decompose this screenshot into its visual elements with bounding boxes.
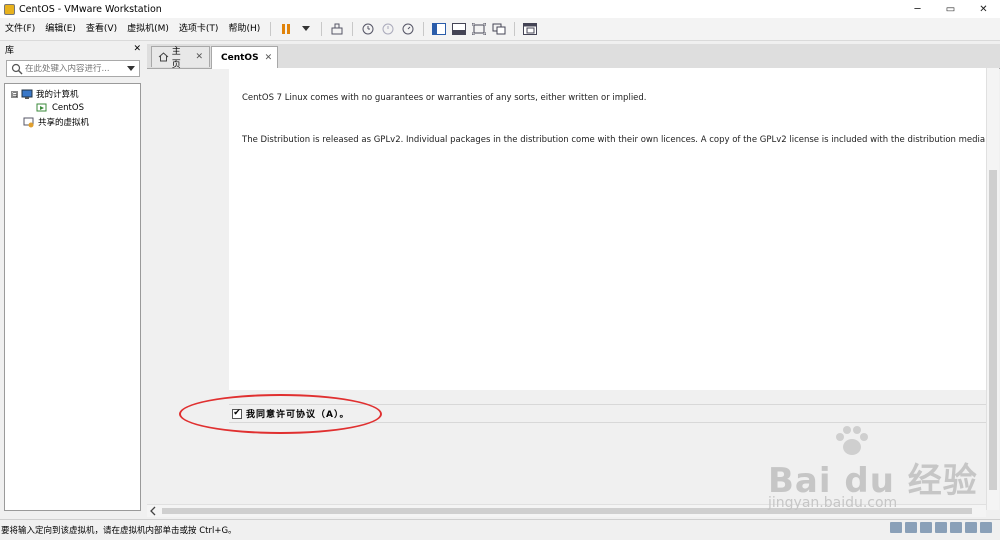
tab-home-label: 主页 xyxy=(171,47,181,70)
device-icons xyxy=(890,522,992,533)
tree-item-centos[interactable]: CentOS xyxy=(36,102,84,113)
tree-label-centos: CentOS xyxy=(52,102,84,113)
hard-disk-icon[interactable] xyxy=(890,522,902,533)
toolbar-separator xyxy=(352,22,354,36)
menu-help[interactable]: 帮助(H) xyxy=(223,18,265,40)
tab-home[interactable]: 主页 ✕ xyxy=(151,46,210,70)
tab-centos[interactable]: CentOS ✕ xyxy=(211,46,278,69)
pause-icon[interactable] xyxy=(277,20,295,38)
library-header: 库 ✕ xyxy=(0,41,146,57)
library-close-button[interactable]: ✕ xyxy=(133,44,141,54)
window-controls: ─ ▭ ✕ xyxy=(901,0,1000,18)
menu-edit[interactable]: 编辑(E) xyxy=(40,18,81,40)
unity-icon[interactable] xyxy=(490,20,508,38)
computer-icon xyxy=(21,89,33,99)
chevron-down-icon[interactable] xyxy=(127,65,135,72)
dropdown-arrow-icon[interactable] xyxy=(297,20,315,38)
menu-bar: 文件(F) 编辑(E) 查看(V) 虚拟机(M) 选项卡(T) 帮助(H) xyxy=(0,18,1000,41)
menu-file[interactable]: 文件(F) xyxy=(0,18,40,40)
cdrom-icon[interactable] xyxy=(905,522,917,533)
watermark-url: jingyan.baidu.com xyxy=(768,495,898,511)
tab-bar: 主页 ✕ CentOS ✕ xyxy=(147,44,1000,70)
vertical-scroll-thumb[interactable] xyxy=(989,170,997,490)
tree-label-shared-vms: 共享的虚拟机 xyxy=(38,118,90,128)
library-panel: 库 ✕ ⊟ 我的计算机 CentOS 共享的虚拟机 xyxy=(0,41,146,515)
license-text-area[interactable]: CentOS 7 Linux comes with no guarantees … xyxy=(229,68,988,390)
snapshot-take-icon[interactable] xyxy=(359,20,377,38)
close-button[interactable]: ✕ xyxy=(967,0,1000,18)
vm-running-icon xyxy=(36,103,47,112)
snapshot-revert-icon[interactable] xyxy=(379,20,397,38)
home-icon xyxy=(158,52,169,62)
menu-tabs[interactable]: 选项卡(T) xyxy=(174,18,224,40)
tree-expander-icon[interactable]: ⊟ xyxy=(11,90,18,98)
network-icon[interactable] xyxy=(920,522,932,533)
library-tree: ⊟ 我的计算机 CentOS 共享的虚拟机 xyxy=(4,83,141,511)
library-search[interactable] xyxy=(6,60,140,77)
toolbar-separator xyxy=(514,22,516,36)
library-title: 库 xyxy=(5,45,15,56)
shared-vm-icon xyxy=(23,117,34,127)
tab-home-close-icon[interactable]: ✕ xyxy=(195,52,203,62)
usb-icon[interactable] xyxy=(935,522,947,533)
status-text: 要将输入定向到该虚拟机，请在虚拟机内部单击或按 Ctrl+G。 xyxy=(1,526,237,536)
restore-button[interactable]: ▭ xyxy=(934,0,967,18)
tree-label-my-computer: 我的计算机 xyxy=(36,90,79,100)
toolbar-separator xyxy=(270,22,272,36)
toolbar-separator xyxy=(321,22,323,36)
view-library-icon[interactable] xyxy=(430,20,448,38)
menu-vm[interactable]: 虚拟机(M) xyxy=(122,18,174,40)
send-keys-icon[interactable] xyxy=(328,20,346,38)
title-bar: CentOS - VMware Workstation ─ ▭ ✕ xyxy=(0,0,1000,18)
view-thumbnail-icon[interactable] xyxy=(450,20,468,38)
fullscreen-icon[interactable] xyxy=(470,20,488,38)
menu-view[interactable]: 查看(V) xyxy=(81,18,122,40)
display-icon[interactable] xyxy=(980,522,992,533)
status-bar: 要将输入定向到该虚拟机，请在虚拟机内部单击或按 Ctrl+G。 xyxy=(0,519,1000,540)
vmware-app-icon xyxy=(4,3,15,15)
window-title: CentOS - VMware Workstation xyxy=(19,3,162,15)
search-icon xyxy=(11,63,23,74)
printer-icon[interactable] xyxy=(965,522,977,533)
toolbar-separator xyxy=(423,22,425,36)
sound-icon[interactable] xyxy=(950,522,962,533)
console-view-icon[interactable] xyxy=(521,20,539,38)
search-input[interactable] xyxy=(23,63,123,74)
tab-centos-label: CentOS xyxy=(221,53,259,63)
baidu-watermark: Bai du 经验 jingyan.baidu.com xyxy=(768,425,988,515)
license-line-1: CentOS 7 Linux comes with no guarantees … xyxy=(242,93,647,103)
snapshot-manager-icon[interactable] xyxy=(399,20,417,38)
annotation-ellipse xyxy=(179,394,382,434)
minimize-button[interactable]: ─ xyxy=(901,0,934,18)
tree-item-my-computer[interactable]: ⊟ 我的计算机 xyxy=(11,88,79,100)
tab-centos-close-icon[interactable]: ✕ xyxy=(265,53,273,63)
license-line-2: The Distribution is released as GPLv2. I… xyxy=(242,135,988,145)
scroll-left-icon[interactable] xyxy=(149,506,157,516)
tree-item-shared-vms[interactable]: 共享的虚拟机 xyxy=(23,116,89,128)
